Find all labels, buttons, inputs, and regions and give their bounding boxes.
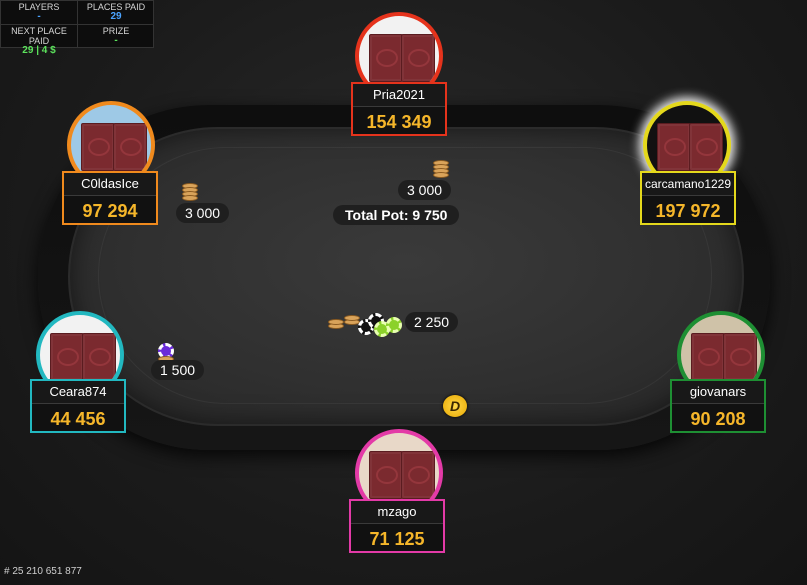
player-stack: 71 125 bbox=[369, 529, 425, 549]
card-back bbox=[691, 333, 725, 381]
player-name: carcamano1229 bbox=[642, 173, 734, 196]
player-stack: 90 208 bbox=[690, 409, 746, 429]
dealer-button-icon: D bbox=[443, 395, 467, 417]
hand-id: # 25 210 651 877 bbox=[4, 566, 82, 577]
player-name: Pria2021 bbox=[353, 84, 445, 107]
total-pot: Total Pot: 9 750 bbox=[333, 205, 460, 225]
player-stack: 197 972 bbox=[655, 201, 721, 221]
bet-amount-left: 1 500 bbox=[151, 360, 205, 380]
player-stack: 97 294 bbox=[82, 201, 138, 221]
player-plate: mzago 71 125 bbox=[349, 499, 445, 553]
places-paid-value: 29 bbox=[110, 11, 122, 22]
player-plate: C0ldasIce 97 294 bbox=[62, 171, 158, 225]
card-back bbox=[657, 123, 691, 171]
prize-cell: PRIZE - bbox=[78, 25, 154, 48]
players-cell: PLAYERS - bbox=[1, 1, 77, 24]
card-back bbox=[369, 34, 403, 82]
players-value: - bbox=[37, 11, 41, 22]
chip-stack-center bbox=[328, 313, 404, 337]
next-place-label: NEXT PLACE PAID bbox=[11, 26, 67, 46]
bet-amount-top: 3 000 bbox=[398, 180, 452, 200]
player-name: Ceara874 bbox=[32, 381, 124, 404]
player-stack: 154 349 bbox=[366, 112, 432, 132]
tournament-info-panel: PLAYERS - PLACES PAID 29 NEXT PLACE PAID… bbox=[0, 0, 154, 56]
player-stack: 44 456 bbox=[50, 409, 106, 429]
player-name: C0ldasIce bbox=[64, 173, 156, 196]
player-plate: Ceara874 44 456 bbox=[30, 379, 126, 433]
next-place-value: 29 | 4 $ bbox=[22, 45, 56, 56]
card-back bbox=[401, 451, 435, 499]
prize-value: - bbox=[114, 35, 118, 46]
card-back bbox=[82, 333, 116, 381]
next-place-cell: NEXT PLACE PAID 29 | 4 $ bbox=[1, 25, 77, 56]
player-plate: carcamano1229 197 972 bbox=[640, 171, 736, 225]
card-back bbox=[401, 34, 435, 82]
player-plate: giovanars 90 208 bbox=[670, 379, 766, 433]
player-plate: Pria2021 154 349 bbox=[351, 82, 447, 136]
bet-amount-center: 2 250 bbox=[405, 312, 459, 332]
player-name: giovanars bbox=[672, 381, 764, 404]
card-back bbox=[369, 451, 403, 499]
card-back bbox=[81, 123, 115, 171]
bet-amount-top-left: 3 000 bbox=[176, 203, 230, 223]
places-paid-cell: PLACES PAID 29 bbox=[78, 1, 154, 24]
card-back bbox=[689, 123, 723, 171]
card-back bbox=[113, 123, 147, 171]
player-name: mzago bbox=[351, 501, 443, 524]
card-back bbox=[723, 333, 757, 381]
card-back bbox=[50, 333, 84, 381]
